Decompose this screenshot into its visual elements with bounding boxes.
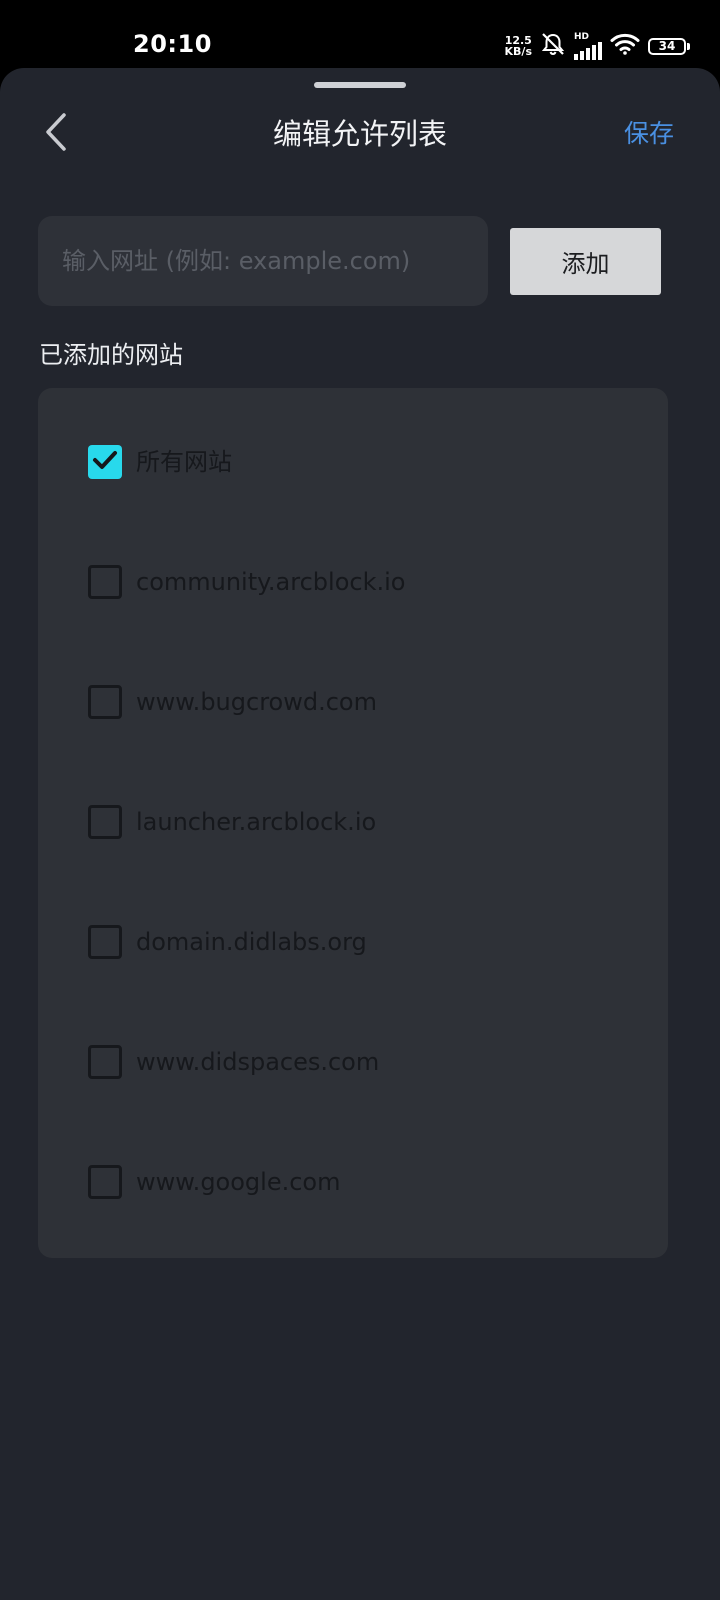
site-label: 所有网站: [136, 448, 232, 476]
cell-signal-icon: HD: [574, 31, 602, 60]
site-label: www.bugcrowd.com: [136, 688, 377, 716]
site-label: domain.didlabs.org: [136, 928, 367, 956]
checkbox[interactable]: [88, 565, 122, 599]
save-button[interactable]: 保存: [624, 114, 674, 154]
allowlist-sheet: 编辑允许列表 保存 添加 已添加的网站 所有网站 community.arcbl…: [0, 68, 720, 1600]
wifi-icon: [610, 33, 640, 59]
add-button[interactable]: 添加: [510, 228, 661, 295]
site-label: www.google.com: [136, 1168, 341, 1196]
battery-level: 34: [648, 37, 686, 55]
checkbox-checked[interactable]: [88, 445, 122, 479]
status-bar: 20:10 12.5 KB/s HD 34: [0, 0, 720, 68]
site-label: community.arcblock.io: [136, 568, 406, 596]
drag-handle[interactable]: [314, 82, 406, 88]
status-time: 20:10: [133, 30, 212, 58]
battery-tip: [687, 42, 690, 50]
site-label: launcher.arcblock.io: [136, 808, 377, 836]
list-item[interactable]: launcher.arcblock.io: [88, 792, 628, 852]
list-item[interactable]: domain.didlabs.org: [88, 912, 628, 972]
check-icon: [92, 449, 118, 475]
checkbox[interactable]: [88, 805, 122, 839]
net-speed: 12.5 KB/s: [505, 35, 532, 57]
hd-label: HD: [574, 31, 590, 42]
page-title: 编辑允许列表: [272, 117, 447, 151]
list-item[interactable]: www.google.com: [88, 1152, 628, 1212]
checkbox[interactable]: [88, 1165, 122, 1199]
site-label: www.didspaces.com: [136, 1048, 380, 1076]
list-item[interactable]: community.arcblock.io: [88, 552, 628, 612]
site-list: 所有网站 community.arcblock.io www.bugcrowd.…: [38, 388, 668, 1258]
checkbox[interactable]: [88, 1045, 122, 1079]
bell-muted-icon: [540, 32, 566, 60]
url-input[interactable]: [38, 216, 488, 306]
list-item-all-sites[interactable]: 所有网站: [88, 432, 628, 492]
battery-icon: 34: [648, 37, 690, 55]
checkbox[interactable]: [88, 685, 122, 719]
checkbox[interactable]: [88, 925, 122, 959]
section-label: 已添加的网站: [39, 341, 183, 369]
list-item[interactable]: www.didspaces.com: [88, 1032, 628, 1092]
net-speed-unit: KB/s: [504, 45, 532, 58]
status-icons: 12.5 KB/s HD 34: [505, 32, 690, 60]
list-item[interactable]: www.bugcrowd.com: [88, 672, 628, 732]
